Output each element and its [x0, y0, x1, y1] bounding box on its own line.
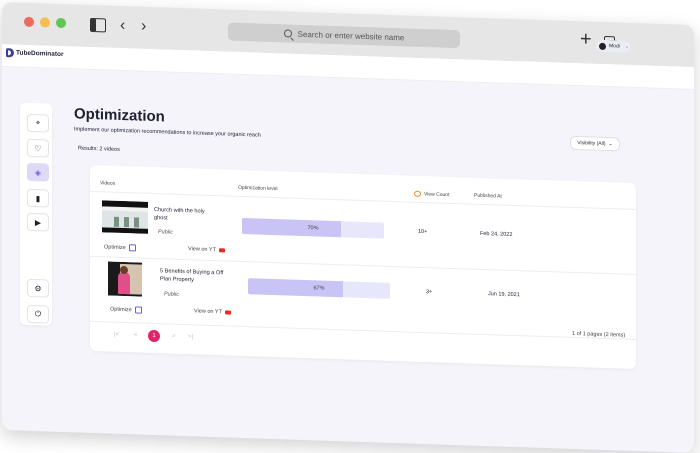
back-icon[interactable]: ‹	[120, 17, 125, 35]
sidebar: ⌖ ♡ ◈ ▮ ▶ ⚙ ⏻	[20, 102, 52, 326]
sidebar-item-location[interactable]: ⌖	[27, 113, 49, 133]
heart-icon: ♡	[34, 143, 42, 153]
bar-chart-icon: ▮	[35, 193, 41, 203]
power-icon: ⏻	[34, 309, 42, 319]
page-1-button[interactable]: 1	[148, 329, 160, 343]
eye-icon	[414, 190, 421, 197]
minimize-window-icon[interactable]	[40, 17, 50, 28]
gear-icon: ⚙	[34, 283, 42, 293]
video-title[interactable]: Church with the holy ghost	[154, 206, 216, 224]
edit-icon	[128, 244, 136, 252]
chevron-down-icon: ⌄	[624, 43, 630, 50]
optimize-link[interactable]: Optimize	[104, 243, 136, 252]
view-count: 3+	[426, 289, 433, 296]
optimization-percent: 70%	[307, 225, 319, 232]
address-bar[interactable]: Search or enter website name	[228, 22, 460, 49]
avatar	[599, 42, 606, 50]
next-page-button[interactable]: >	[172, 334, 176, 340]
tag-icon: ◈	[34, 167, 42, 177]
col-views: View Count	[414, 190, 449, 198]
edit-icon	[134, 306, 142, 314]
youtube-icon: ▶	[34, 217, 42, 227]
video-thumbnail[interactable]	[108, 261, 142, 297]
prev-page-button[interactable]: <	[134, 332, 138, 338]
optimization-percent: 67%	[313, 285, 325, 292]
close-window-icon[interactable]	[24, 16, 34, 28]
sidebar-item-analytics[interactable]: ▮	[27, 188, 49, 208]
forward-icon[interactable]: ›	[141, 18, 146, 36]
visibility-filter[interactable]: Visibility (All) ⌄	[570, 135, 620, 152]
col-optimization: Optimization level	[238, 184, 278, 193]
sidebar-item-settings[interactable]: ⚙	[27, 278, 49, 298]
page-title: Optimization	[74, 105, 165, 126]
search-icon	[283, 29, 292, 38]
youtube-icon	[224, 309, 231, 315]
video-thumbnail[interactable]	[102, 200, 148, 234]
optimize-link[interactable]: Optimize	[110, 306, 142, 314]
col-published: Published At	[474, 192, 502, 200]
results-count: Results: 2 videos	[78, 145, 120, 153]
first-page-button[interactable]: |<	[114, 332, 119, 338]
published-date: Jun 19, 2021	[488, 291, 520, 299]
optimization-bar: 67%	[248, 278, 390, 299]
user-menu[interactable]: Modi ⌄	[596, 39, 630, 53]
col-videos: Videos	[100, 180, 116, 187]
published-date: Feb 24, 2022	[480, 230, 513, 238]
sidebar-item-youtube[interactable]: ▶	[27, 212, 49, 232]
chevron-down-icon: ⌄	[608, 141, 613, 148]
app-name: TubeDominator	[16, 49, 64, 59]
video-status: Public	[164, 291, 179, 298]
sidebar-toggle-icon[interactable]	[90, 17, 106, 33]
location-pin-icon: ⌖	[35, 118, 41, 128]
last-page-button[interactable]: >|	[188, 334, 193, 340]
address-placeholder: Search or enter website name	[297, 29, 405, 42]
maximize-window-icon[interactable]	[56, 17, 66, 29]
app-logo[interactable]: TubeDominator	[6, 48, 64, 59]
visibility-label: Visibility (All)	[577, 140, 606, 148]
youtube-icon	[218, 247, 225, 252]
browser-window: ‹ › Search or enter website name + TubeD…	[2, 2, 694, 453]
view-on-youtube-link[interactable]: View on YT	[194, 308, 231, 315]
logo-mark-icon	[6, 48, 14, 58]
sidebar-item-optimization[interactable]: ◈	[27, 162, 49, 182]
sidebar-item-favorites[interactable]: ♡	[27, 138, 49, 158]
user-name: Modi	[609, 43, 620, 50]
video-title[interactable]: 5 Benefits of Buying a Off Plan Property	[160, 267, 226, 285]
videos-table: Videos Optimization level View Count Pub…	[90, 164, 636, 370]
view-on-youtube-link[interactable]: View on YT	[188, 246, 225, 253]
optimization-bar: 70%	[242, 217, 384, 239]
sidebar-item-logout[interactable]: ⏻	[27, 304, 49, 324]
view-count: 10+	[418, 228, 428, 236]
new-tab-icon[interactable]: +	[580, 28, 592, 51]
page-subtitle: Implement our optimization recommendatio…	[74, 126, 261, 139]
video-status: Public	[158, 229, 173, 236]
